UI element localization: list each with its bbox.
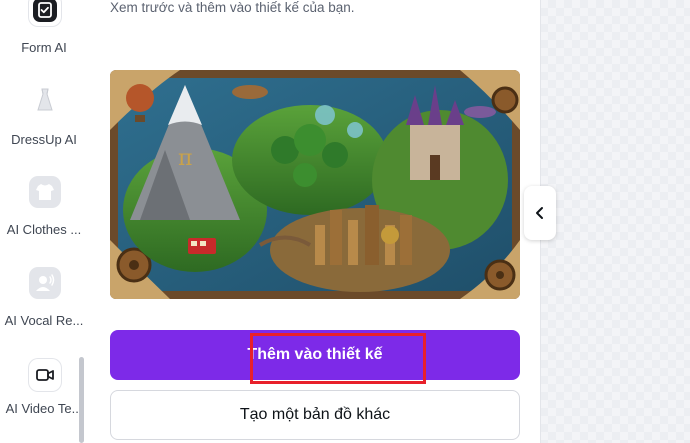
shirt-icon <box>29 176 61 208</box>
add-to-design-button[interactable]: Thêm vào thiết kế <box>110 330 520 384</box>
fantasy-map-image: π <box>110 70 520 299</box>
create-another-map-label: Tạo một bản đồ khác <box>239 406 391 423</box>
collapse-panel-button[interactable] <box>524 186 556 240</box>
preview-subtitle: Xem trước và thêm vào thiết kế của bạn. <box>110 0 355 15</box>
rail-item-form-ai[interactable]: Form AI <box>0 0 88 74</box>
add-to-design-label: Thêm vào thiết kế <box>247 346 383 363</box>
chevron-left-icon <box>536 207 543 219</box>
rail-label-ai-clothes: AI Clothes ... <box>6 222 82 237</box>
app-window: Form AI DressUp AI AI Clothes ... AI Voc… <box>0 0 690 443</box>
rail-item-ai-clothes[interactable]: AI Clothes ... <box>0 176 88 256</box>
design-canvas-area[interactable] <box>540 0 690 443</box>
rail-label-form-ai: Form AI <box>21 40 67 55</box>
rail-item-ai-video[interactable]: AI Video Te... <box>0 359 88 439</box>
rail-label-dressup-ai: DressUp AI <box>11 132 77 147</box>
video-camera-icon <box>29 359 61 391</box>
rail-label-ai-video: AI Video Te... <box>5 401 83 416</box>
svg-text:π: π <box>178 146 192 171</box>
rail-item-ai-vocal[interactable]: AI Vocal Re... <box>0 267 88 347</box>
apps-rail: Form AI DressUp AI AI Clothes ... AI Voc… <box>0 0 88 443</box>
create-another-map-button[interactable]: Tạo một bản đồ khác <box>110 390 520 440</box>
rail-label-ai-vocal: AI Vocal Re... <box>4 313 84 328</box>
generated-map-preview[interactable]: π <box>110 70 520 299</box>
app-panel: Xem trước và thêm vào thiết kế của bạn. <box>88 0 540 443</box>
rail-scrollbar[interactable] <box>79 357 84 443</box>
person-voice-icon <box>29 267 61 299</box>
form-icon <box>29 0 61 26</box>
dress-icon <box>29 84 61 116</box>
rail-item-dressup-ai[interactable]: DressUp AI <box>0 84 88 164</box>
